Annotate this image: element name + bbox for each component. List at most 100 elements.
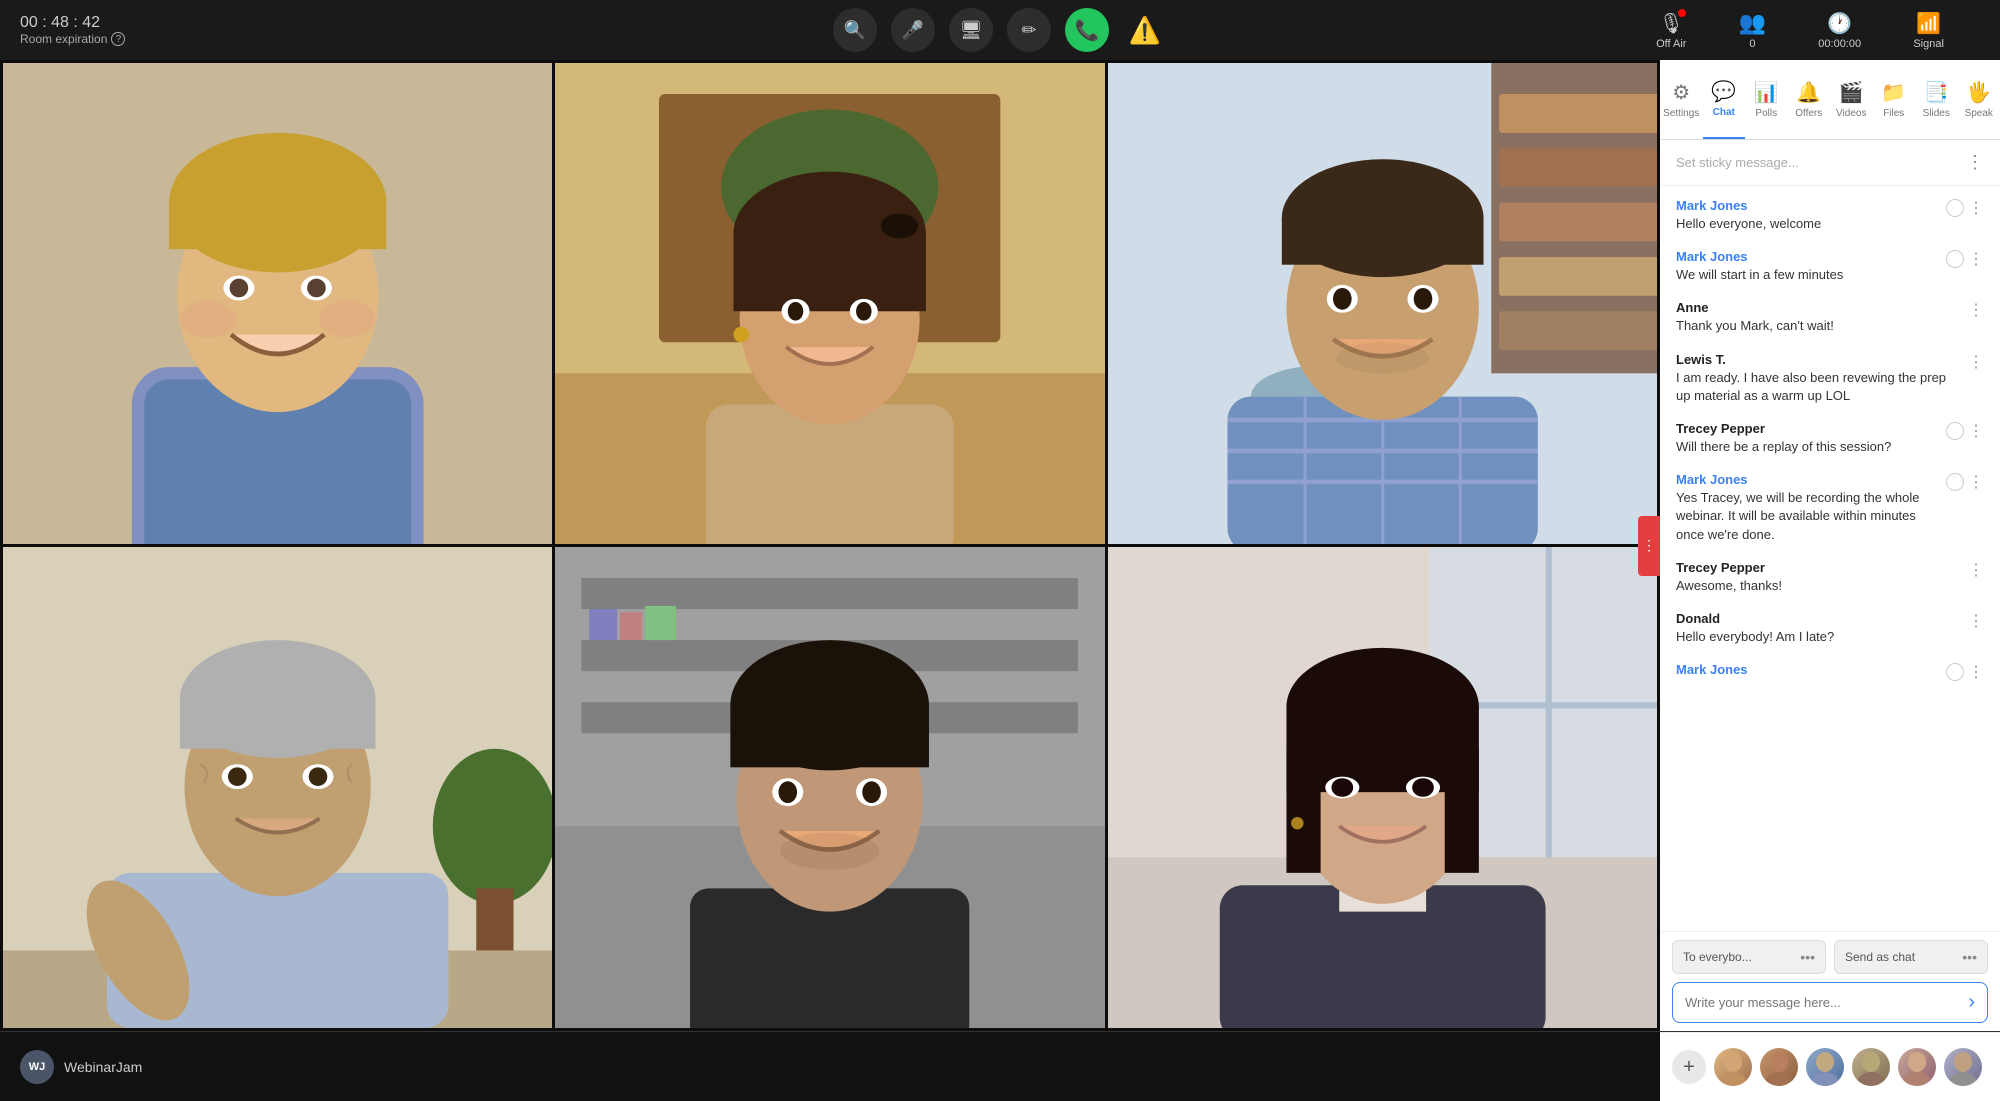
files-label: Files: [1883, 108, 1904, 119]
chat-message-1: Mark Jones Hello everyone, welcome ⋮: [1660, 190, 2000, 241]
msg-dots-2[interactable]: ⋮: [1968, 249, 1984, 269]
app-label: WebinarJam: [64, 1059, 142, 1075]
recipient-selector[interactable]: To everybо... •••: [1672, 940, 1826, 974]
video-cell-6: [1108, 547, 1657, 1028]
room-expiration-label: Room expiration: [20, 32, 107, 46]
msg-dots-4[interactable]: ⋮: [1968, 352, 1984, 372]
chat-message-input[interactable]: [1681, 983, 1964, 1022]
participants-count: 0: [1749, 38, 1755, 50]
sidebar-item-chat[interactable]: 💬 Chat: [1703, 60, 1746, 139]
msg-text-7: Awesome, thanks!: [1676, 577, 1960, 595]
msg-dots-3[interactable]: ⋮: [1968, 300, 1984, 320]
chat-message-2: Mark Jones We will start in a few minute…: [1660, 241, 2000, 292]
bottom-video-area: WJ WebinarJam: [0, 1032, 1660, 1101]
msg-content-5: Trecey Pepper Will there be a replay of …: [1676, 421, 1938, 456]
help-icon[interactable]: ?: [111, 32, 125, 46]
screen-share-button[interactable]: 🖥: [949, 8, 993, 52]
video-area: ⋮: [0, 60, 1660, 1031]
msg-text-2: We will start in a few minutes: [1676, 266, 1938, 284]
timer-area: 00 : 48 : 42 Room expiration ?: [20, 14, 125, 46]
msg-sender-5: Trecey Pepper: [1676, 421, 1938, 436]
settings-icon: ⚙: [1672, 80, 1690, 105]
msg-dots-1[interactable]: ⋮: [1968, 198, 1984, 218]
send-as-chat-dots-icon: •••: [1962, 949, 1977, 965]
polls-icon: 📊: [1754, 80, 1779, 105]
msg-text-6: Yes Tracey, we will be recording the who…: [1676, 489, 1938, 544]
files-icon: 📁: [1881, 80, 1906, 105]
msg-circle-2[interactable]: [1946, 250, 1964, 268]
attendee-avatar-1[interactable]: [1714, 1048, 1752, 1086]
chat-message-3: Anne Thank you Mark, can't wait! ⋮: [1660, 292, 2000, 343]
sidebar-item-videos[interactable]: 🎬 Videos: [1830, 60, 1873, 139]
msg-circle-9[interactable]: [1946, 663, 1964, 681]
videos-icon: 🎬: [1839, 80, 1864, 105]
attendee-avatar-3[interactable]: [1806, 1048, 1844, 1086]
sidebar-item-speak[interactable]: 🖐 Speak: [1958, 60, 2000, 139]
msg-text-8: Hello everybody! Am I late?: [1676, 628, 1960, 646]
msg-dots-9[interactable]: ⋮: [1968, 662, 1984, 682]
sidebar-item-files[interactable]: 📁 Files: [1873, 60, 1916, 139]
chat-message-6: Mark Jones Yes Tracey, we will be record…: [1660, 464, 2000, 552]
msg-content-3: Anne Thank you Mark, can't wait!: [1676, 300, 1960, 335]
sidebar-item-settings[interactable]: ⚙ Settings: [1660, 60, 1703, 139]
msg-text-3: Thank you Mark, can't wait!: [1676, 317, 1960, 335]
msg-content-2: Mark Jones We will start in a few minute…: [1676, 249, 1938, 284]
recipient-dots-icon: •••: [1800, 949, 1815, 965]
sidebar-item-polls[interactable]: 📊 Polls: [1745, 60, 1788, 139]
videos-label: Videos: [1836, 108, 1866, 119]
send-as-chat-button[interactable]: Send as chat •••: [1834, 940, 1988, 974]
msg-circle-5[interactable]: [1946, 422, 1964, 440]
msg-circle-6[interactable]: [1946, 473, 1964, 491]
right-panel: ⚙ Settings 💬 Chat 📊 Polls 🔔 Offers 🎬 Vid: [1660, 60, 2000, 1031]
polls-label: Polls: [1755, 108, 1777, 119]
participants-nav[interactable]: 👥 0: [1739, 10, 1766, 50]
attendee-avatar-6[interactable]: [1944, 1048, 1982, 1086]
search-button[interactable]: 🔍: [833, 8, 877, 52]
attendee-avatar-4[interactable]: [1852, 1048, 1890, 1086]
msg-sender-1: Mark Jones: [1676, 198, 1938, 213]
off-air-label: Off Air: [1656, 38, 1686, 50]
msg-dots-5[interactable]: ⋮: [1968, 421, 1984, 441]
offers-label: Offers: [1795, 108, 1822, 119]
sticky-message-bar: Set sticky message... ⋮: [1660, 140, 2000, 186]
msg-sender-7: Trecey Pepper: [1676, 560, 1960, 575]
msg-sender-3: Anne: [1676, 300, 1960, 315]
msg-sender-4: Lewis T.: [1676, 352, 1960, 367]
duration-display: 00:00:00: [1818, 38, 1861, 50]
sidebar-item-offers[interactable]: 🔔 Offers: [1788, 60, 1831, 139]
video-cell-1: [3, 63, 552, 544]
signal-label: Signal: [1913, 38, 1944, 50]
sticky-dots-button[interactable]: ⋮: [1966, 152, 1984, 173]
attendee-avatar-2[interactable]: [1760, 1048, 1798, 1086]
signal-nav[interactable]: 📶 Signal: [1913, 11, 1944, 50]
msg-sender-2: Mark Jones: [1676, 249, 1938, 264]
msg-circle-1[interactable]: [1946, 199, 1964, 217]
sticky-message-input[interactable]: Set sticky message...: [1676, 155, 1799, 170]
msg-dots-8[interactable]: ⋮: [1968, 611, 1984, 631]
add-attendee-button[interactable]: +: [1672, 1050, 1706, 1084]
call-button[interactable]: 📞: [1065, 8, 1109, 52]
attendee-avatar-5[interactable]: [1898, 1048, 1936, 1086]
off-air-nav[interactable]: 🎙 Off Air: [1656, 11, 1686, 50]
speak-icon: 🖐: [1966, 80, 1991, 105]
msg-dots-7[interactable]: ⋮: [1968, 560, 1984, 580]
send-message-button[interactable]: ›: [1964, 987, 1979, 1018]
speak-label: Speak: [1965, 108, 1993, 119]
sidebar-nav: ⚙ Settings 💬 Chat 📊 Polls 🔔 Offers 🎬 Vid: [1660, 60, 2000, 140]
msg-dots-6[interactable]: ⋮: [1968, 472, 1984, 492]
bottom-attendees-bar: +: [1660, 1032, 2000, 1101]
mic-button[interactable]: 🎤: [891, 8, 935, 52]
pen-button[interactable]: ✏: [1007, 8, 1051, 52]
msg-actions-1: ⋮: [1946, 198, 1984, 218]
chat-message-9: Mark Jones ⋮: [1660, 654, 2000, 690]
side-menu-button[interactable]: ⋮: [1638, 516, 1660, 576]
msg-sender-8: Donald: [1676, 611, 1960, 626]
video-cell-4: [3, 547, 552, 1028]
video-cell-3: [1108, 63, 1657, 544]
sidebar-item-slides[interactable]: 📑 Slides: [1915, 60, 1958, 139]
settings-label: Settings: [1663, 108, 1699, 119]
chat-icon: 💬: [1711, 79, 1736, 104]
duration-nav[interactable]: 🕐 00:00:00: [1818, 11, 1861, 50]
chat-message-7: Trecey Pepper Awesome, thanks! ⋮: [1660, 552, 2000, 603]
slides-icon: 📑: [1924, 80, 1949, 105]
